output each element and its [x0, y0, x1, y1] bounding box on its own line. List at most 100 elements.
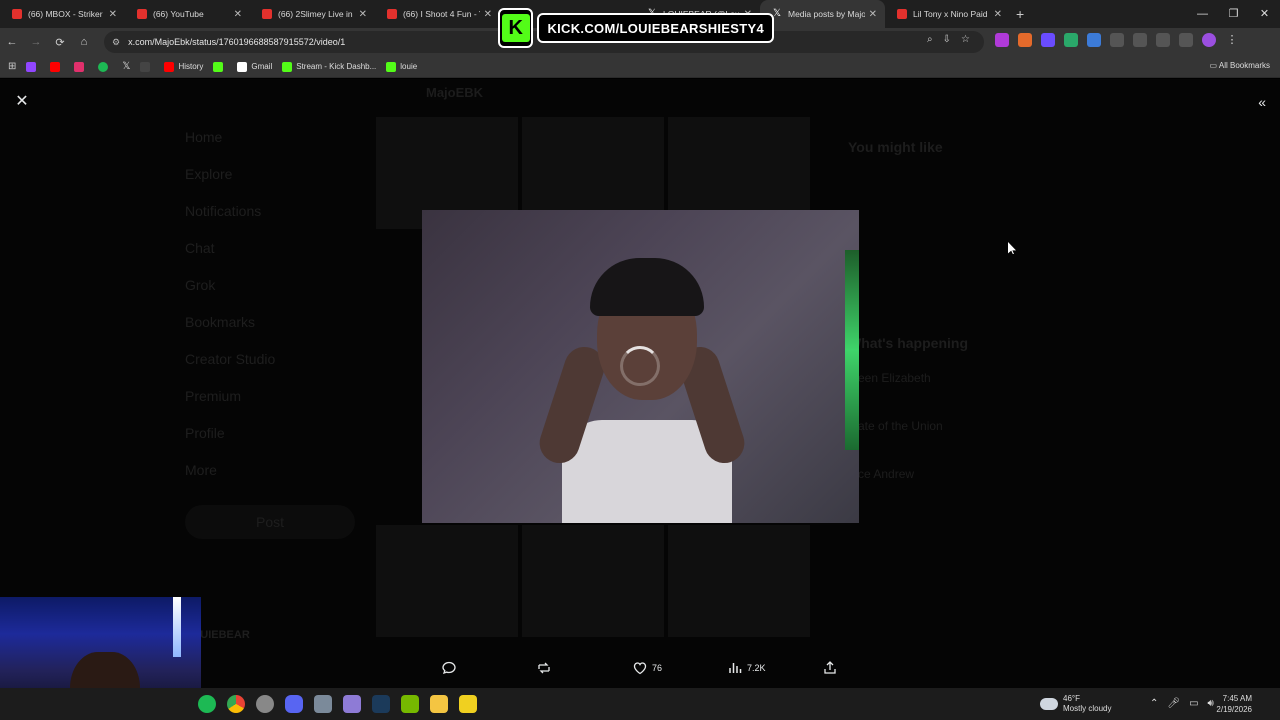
close-tab-icon[interactable]: ✕	[869, 9, 877, 20]
speaker-icon[interactable]: 🔊︎	[1208, 698, 1214, 709]
gamepad-icon[interactable]	[343, 695, 361, 713]
trend-item: ...een Elizabeth	[848, 371, 931, 385]
close-media-viewer-icon[interactable]: ✕	[14, 94, 30, 110]
weather-widget[interactable]: 46°F Mostly cloudy	[1040, 694, 1111, 714]
bookmark-youtube[interactable]	[50, 61, 64, 72]
video-subject	[534, 250, 750, 523]
reply-icon	[442, 661, 456, 675]
bookmark-history[interactable]: History	[164, 61, 203, 72]
close-tab-icon[interactable]: ✕	[109, 9, 117, 20]
browser-tab-active[interactable]: 𝕏 Media posts by Majo ✕	[760, 0, 885, 28]
nav-item-premium: Premium	[185, 388, 242, 404]
views-button[interactable]: 7.2K	[727, 660, 766, 676]
share-icon	[824, 661, 836, 674]
discord-icon[interactable]	[285, 695, 303, 713]
browser-tab[interactable]: (66) YouTube ✕	[125, 0, 250, 28]
back-icon[interactable]: ←	[0, 36, 24, 48]
microphone-icon[interactable]: 🎤︎	[1167, 698, 1180, 709]
close-tab-icon[interactable]: ✕	[994, 9, 1002, 20]
minimize-icon[interactable]: —	[1187, 0, 1218, 28]
bookmark-kick[interactable]	[213, 61, 227, 72]
clock-time: 7:45 AM	[1222, 694, 1252, 703]
bookmark-kick-dashboard[interactable]: Stream - Kick Dashb...	[282, 61, 376, 72]
youtube-icon	[897, 9, 907, 19]
download-icon[interactable]	[1156, 33, 1170, 47]
clock-date: 2/19/2026	[1216, 705, 1252, 714]
extension-icon[interactable]	[1087, 33, 1101, 47]
forward-icon[interactable]: →	[24, 36, 48, 48]
extension-icon[interactable]	[1064, 33, 1078, 47]
media-thumb	[522, 525, 664, 637]
bookmark-twitch[interactable]	[26, 61, 40, 72]
browser-tab[interactable]: Lil Tony x Nino Paid - ✕	[885, 0, 1010, 28]
url-bar-actions: ⌕ ⇩ ☆	[927, 34, 970, 45]
collapse-panel-icon[interactable]: «	[1258, 94, 1266, 110]
video-player[interactable]	[422, 210, 859, 523]
display-icon[interactable]: ▭	[1189, 698, 1198, 709]
like-button[interactable]: 76	[632, 660, 662, 676]
chevron-up-icon[interactable]: ⌃	[1150, 698, 1158, 709]
home-icon[interactable]: ⌂	[72, 36, 96, 48]
browser-tab[interactable]: (66) I Shoot 4 Fun - Yo✕	[375, 0, 500, 28]
browser-tab[interactable]: (66) 2Slimey Live in N ✕	[250, 0, 375, 28]
bookmark-instagram[interactable]	[74, 61, 88, 72]
close-window-icon[interactable]: ✕	[1249, 0, 1280, 28]
you-might-like-heading: You might like	[848, 139, 943, 155]
obs-icon[interactable]	[256, 695, 274, 713]
menu-icon[interactable]	[1179, 33, 1193, 47]
puzzle-icon[interactable]	[1110, 33, 1124, 47]
extension-icon[interactable]	[1041, 33, 1055, 47]
nav-item-chat: Chat	[185, 240, 215, 256]
browser-tab[interactable]: (66) MBOX - Striker Sl ✕	[0, 0, 125, 28]
extensions-bar: ⋮	[995, 33, 1239, 47]
star-icon[interactable]: ☆	[961, 34, 970, 45]
steam-icon[interactable]	[372, 695, 390, 713]
bookmark-gmail[interactable]: Gmail	[237, 61, 272, 72]
share-button[interactable]	[822, 660, 842, 676]
bookmark-x[interactable]: 𝕏	[122, 61, 130, 72]
weather-desc: Mostly cloudy	[1063, 704, 1112, 713]
reload-icon[interactable]: ⟳	[48, 36, 72, 49]
profile-header-dimmed: MajoEBK	[426, 85, 484, 100]
zoom-icon[interactable]: ⌕	[927, 34, 933, 45]
restore-icon[interactable]: ❐	[1218, 0, 1249, 28]
youtube-icon	[12, 9, 22, 19]
nvidia-icon[interactable]	[401, 695, 419, 713]
spotify-icon[interactable]	[198, 695, 216, 713]
extension-icon[interactable]	[1018, 33, 1032, 47]
bookmark-grok[interactable]	[140, 61, 154, 72]
apps-icon[interactable]: ⊞	[8, 61, 16, 72]
weather-temp: 46°F	[1063, 694, 1080, 703]
chrome-icon[interactable]	[227, 695, 245, 713]
whats-happening-heading: What's happening	[848, 335, 968, 351]
sidebar-icon[interactable]	[1133, 33, 1147, 47]
repost-button[interactable]	[536, 660, 556, 676]
sticky-notes-icon[interactable]	[459, 695, 477, 713]
all-bookmarks[interactable]: ▭ All Bookmarks	[1210, 61, 1270, 70]
reply-button[interactable]	[441, 660, 461, 676]
close-tab-icon[interactable]: ✕	[484, 9, 492, 20]
extension-icon[interactable]	[995, 33, 1009, 47]
like-count: 76	[652, 663, 663, 673]
youtube-icon	[137, 9, 147, 19]
profile-avatar[interactable]	[1202, 33, 1216, 47]
nav-item-more: More	[185, 462, 217, 478]
file-explorer-icon[interactable]	[430, 695, 448, 713]
close-tab-icon[interactable]: ✕	[234, 9, 242, 20]
system-clock[interactable]: 7:45 AM 2/19/2026	[1216, 693, 1252, 715]
bookmark-louie[interactable]: louie	[386, 61, 417, 72]
views-icon	[729, 663, 742, 673]
x-sidebar-nav-dimmed: Home Explore Notifications Chat Grok Boo…	[185, 129, 355, 666]
new-tab-icon[interactable]: +	[1016, 6, 1024, 22]
bookmark-spotify[interactable]	[98, 61, 112, 72]
install-icon[interactable]: ⇩	[943, 34, 951, 45]
settings-icon[interactable]	[314, 695, 332, 713]
windows-taskbar: 46°F Mostly cloudy ⌃ 🎤︎ ▭ 🔊︎ 7:45 AM 2/1…	[0, 688, 1280, 720]
kebab-menu-icon[interactable]: ⋮	[1225, 33, 1239, 47]
close-tab-icon[interactable]: ✕	[359, 9, 367, 20]
post-button-dimmed: Post	[185, 505, 355, 539]
site-info-icon[interactable]: ⚙	[112, 37, 120, 48]
youtube-icon	[387, 9, 397, 19]
nav-item-notifications: Notifications	[185, 203, 262, 219]
repost-icon	[538, 662, 550, 674]
